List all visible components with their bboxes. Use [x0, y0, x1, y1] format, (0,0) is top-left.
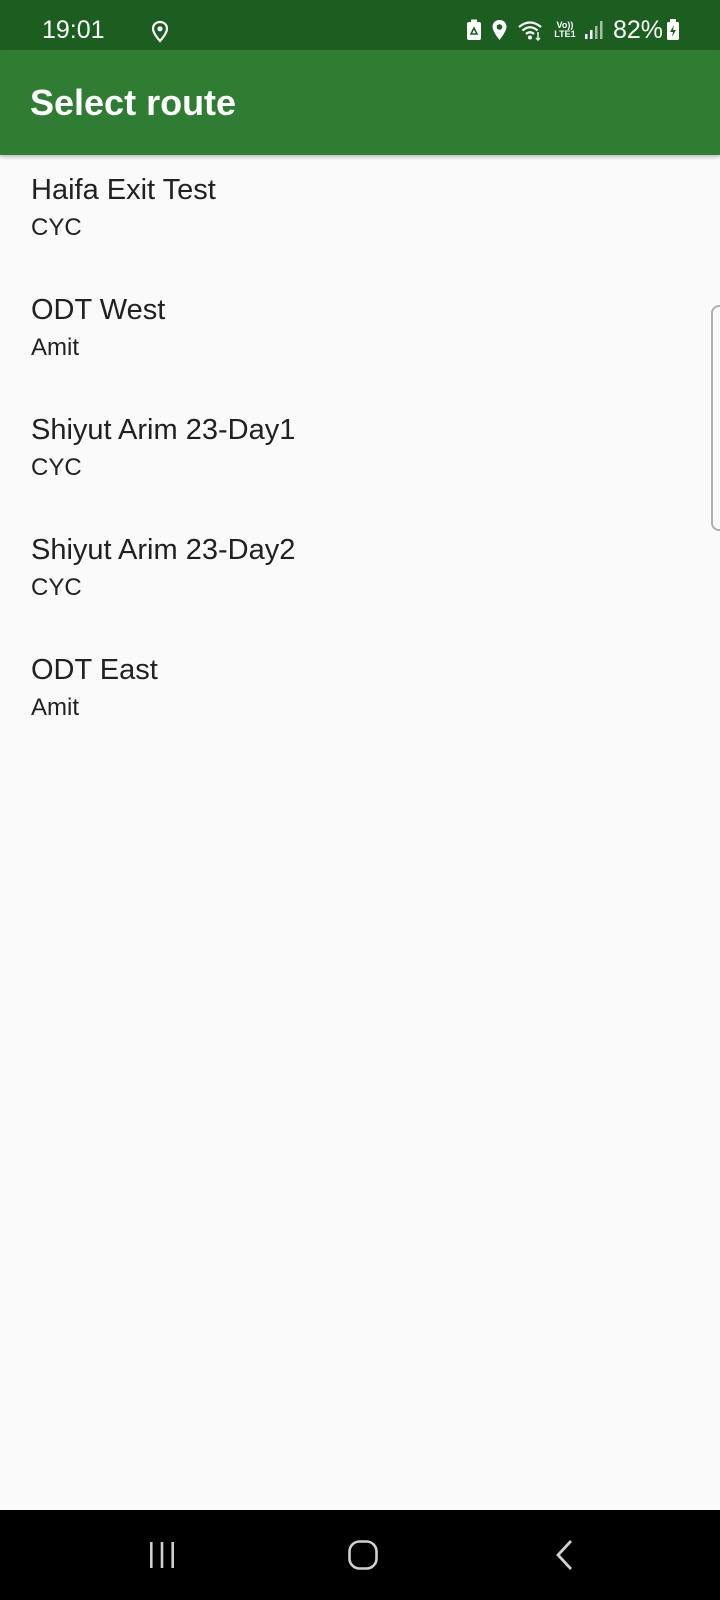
route-name: ODT East	[31, 654, 158, 686]
route-owner: Amit	[31, 334, 79, 361]
app-bar: Select route	[0, 50, 720, 155]
wifi-icon	[518, 21, 542, 41]
route-name: Shiyut Arim 23-Day1	[31, 414, 296, 446]
route-owner: CYC	[31, 454, 82, 481]
status-time: 19:01	[42, 16, 105, 44]
route-name: Shiyut Arim 23-Day2	[31, 534, 296, 566]
recycle-icon	[466, 19, 481, 40]
page-title: Select route	[30, 82, 237, 123]
battery-charging-icon	[667, 19, 679, 40]
route-item-haifa-exit-test[interactable]: Haifa Exit Test CYC	[0, 155, 720, 275]
route-name: Haifa Exit Test	[31, 174, 216, 206]
location-pin-icon	[492, 20, 507, 40]
navigation-bar	[0, 1510, 720, 1600]
recent-apps-button[interactable]	[132, 1530, 192, 1580]
status-icons: Vo)) LTE1 82%	[466, 14, 720, 46]
volte-icon: Vo)) LTE1	[554, 20, 576, 39]
route-owner: Amit	[31, 694, 79, 721]
route-item-odt-east[interactable]: ODT East Amit	[0, 635, 720, 755]
signal-icon	[584, 21, 603, 39]
route-list: Haifa Exit Test CYC ODT West Amit Shiyut…	[0, 155, 720, 755]
route-owner: CYC	[31, 574, 82, 601]
screen: 19:01 Vo)) LTE1 82% Select route Haifa E…	[0, 0, 720, 1600]
back-icon	[556, 1540, 573, 1570]
home-button[interactable]	[333, 1530, 393, 1580]
location-icon	[151, 20, 169, 43]
back-button[interactable]	[535, 1530, 595, 1580]
edge-panel-handle[interactable]	[711, 305, 720, 531]
route-name: ODT West	[31, 294, 166, 326]
route-item-shiyut-arim-day1[interactable]: Shiyut Arim 23-Day1 CYC	[0, 395, 720, 515]
status-bar: 19:01 Vo)) LTE1 82%	[0, 0, 720, 50]
home-icon	[348, 1540, 378, 1570]
route-item-odt-west[interactable]: ODT West Amit	[0, 275, 720, 395]
route-item-shiyut-arim-day2[interactable]: Shiyut Arim 23-Day2 CYC	[0, 515, 720, 635]
recent-apps-icon	[150, 1542, 174, 1568]
route-owner: CYC	[31, 214, 82, 241]
battery-percent: 82%	[612, 16, 663, 44]
